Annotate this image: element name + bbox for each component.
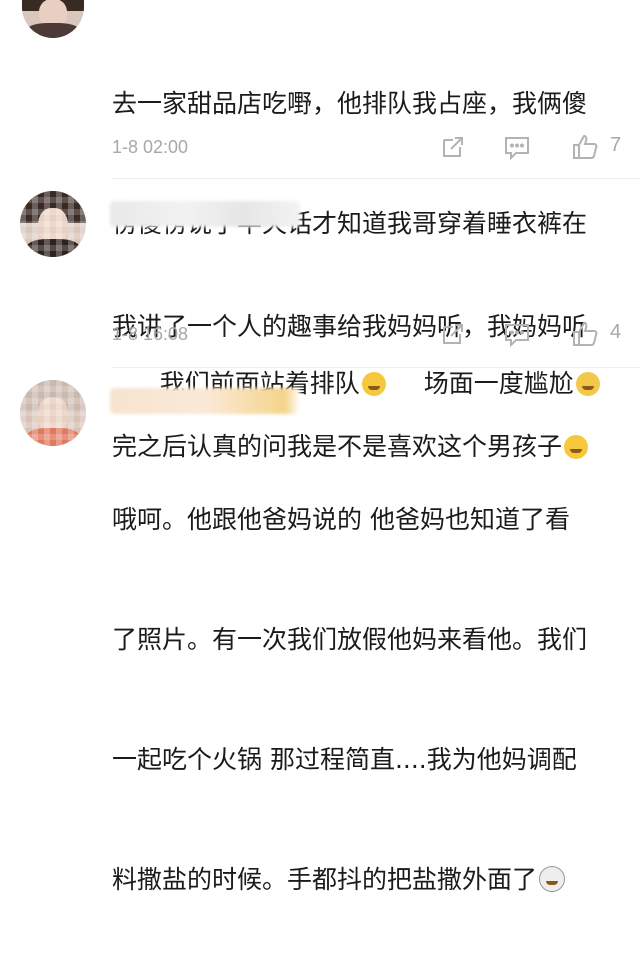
comment-time: 1-8 16:08 [112,324,189,344]
username-blurred[interactable] [110,388,300,414]
comment-icon[interactable] [502,319,532,349]
comment-line: 一起吃个火锅 那过程简直....我为他妈调配 [112,745,577,774]
comment-time: 1-8 02:00 [112,137,189,157]
comment-actions: 4 [430,319,640,351]
comment-line: 哦呵。他跟他爸妈说的 他爸妈也知道了看 [112,505,570,534]
like-count: 7 [610,134,622,156]
avatar[interactable] [20,191,86,257]
comment-line: 去一家甜品店吃嘢，他排队我占座，我俩傻 [112,89,588,118]
comment-3: 哦呵。他跟他爸妈说的 他爸妈也知道了看 了照片。有一次我们放假他妈来看他。我们 … [0,368,640,894]
comment-icon[interactable] [502,132,532,162]
username-blurred[interactable] [110,201,300,227]
share-icon[interactable] [438,319,468,349]
share-icon[interactable] [438,132,468,162]
avatar[interactable] [20,380,86,446]
comment-2: 我讲了一个人的趣事给我妈妈听，我妈妈听 完之后认真的问我是不是喜欢这个男孩子 1… [0,179,640,461]
comment-line-with-emoji: 料撒盐的时候。手都抖的把盐撒外面了 [112,860,632,900]
comment-line: 料撒盐的时候。手都抖的把盐撒外面了 [112,865,538,894]
thumbs-up-icon[interactable] [570,319,600,349]
thumbs-up-icon[interactable] [570,132,600,162]
shocked-emoji-icon [539,866,566,892]
comment-line: 了照片。有一次我们放假他妈来看他。我们 [112,625,588,654]
avatar[interactable] [22,0,84,38]
like-count: 4 [610,321,622,343]
comment-1: 去一家甜品店吃嘢，他排队我占座，我俩傻 愣傻愣说了半天话才知道我哥穿着睡衣裤在 … [0,0,640,398]
comment-text: 哦呵。他跟他爸妈说的 他爸妈也知道了看 了照片。有一次我们放假他妈来看他。我们 … [112,420,632,980]
comment-actions: 7 [430,132,640,164]
